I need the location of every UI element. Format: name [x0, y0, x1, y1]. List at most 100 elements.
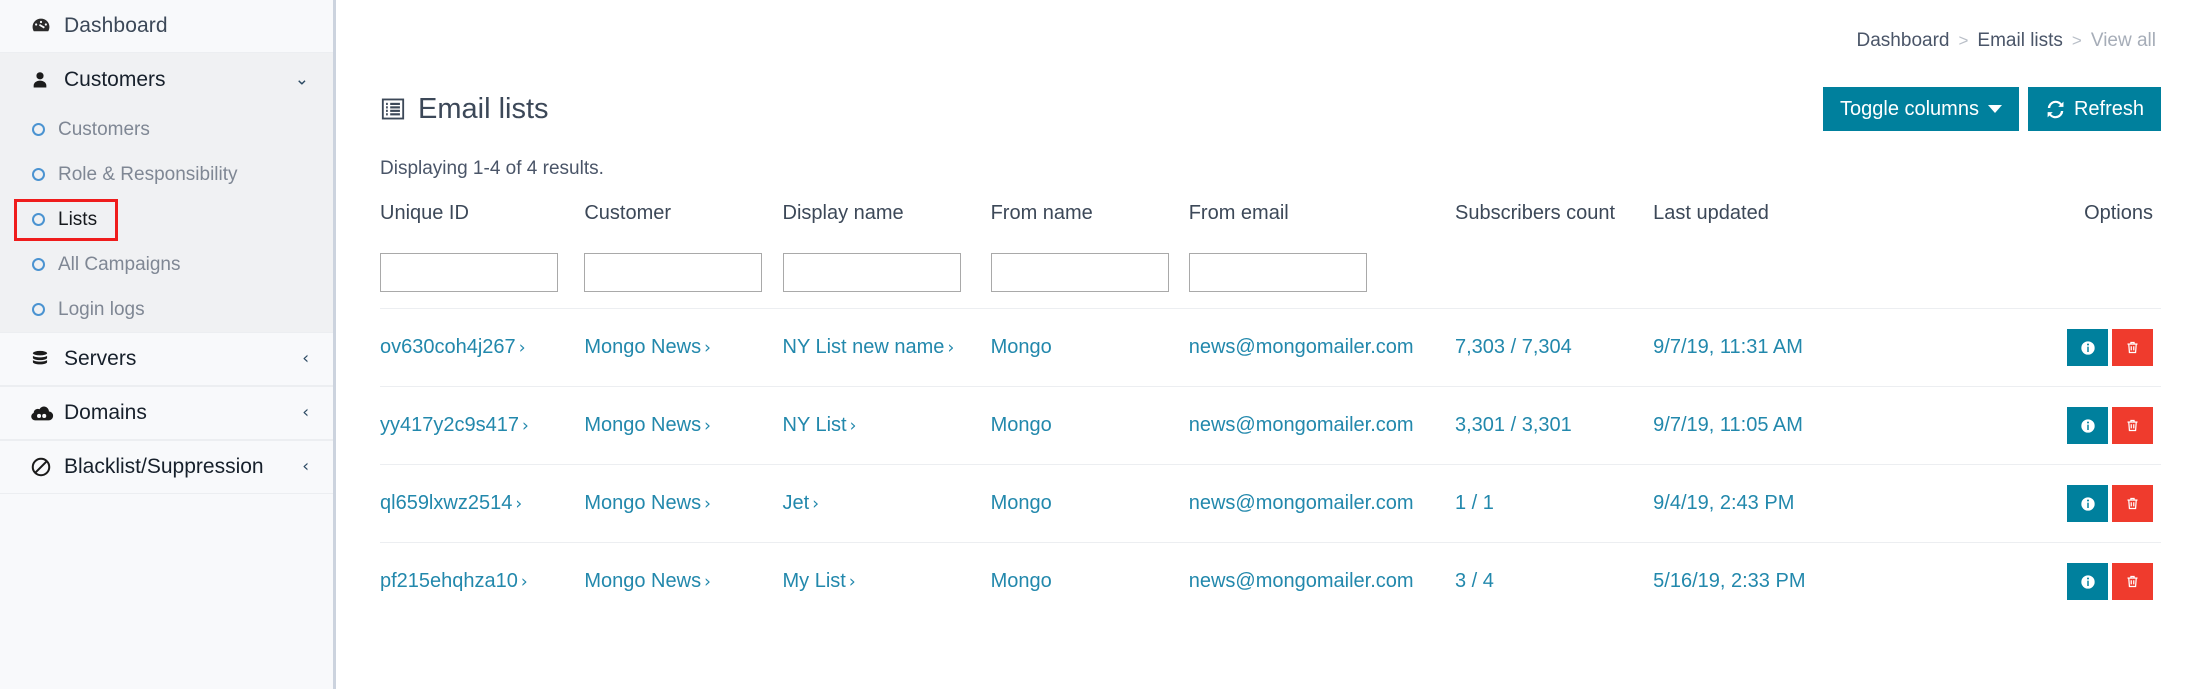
chevron-right-icon: ›	[704, 416, 711, 436]
delete-button[interactable]	[2112, 485, 2153, 522]
unique-id-link[interactable]: pf215ehqhza10 ›	[380, 570, 528, 592]
chevron-down-icon[interactable]: ⌄	[295, 71, 309, 89]
customer-text: Mongo News	[584, 336, 702, 358]
table-row: ov630coh4j267 › Mongo News › NY List new n…	[380, 308, 2161, 387]
toggle-columns-button[interactable]: Toggle columns	[1823, 87, 2019, 131]
cell-last-updated: 9/7/19, 11:05 AM	[1653, 386, 1926, 465]
sidebar-item-all-campaigns[interactable]: All Campaigns	[0, 242, 333, 287]
ban-icon	[30, 456, 60, 478]
list-table-icon	[380, 96, 406, 122]
breadcrumb-item-dashboard[interactable]: Dashboard	[1857, 30, 1950, 52]
info-icon	[2080, 574, 2095, 589]
refresh-button[interactable]: Refresh	[2027, 87, 2161, 131]
info-button[interactable]	[2067, 407, 2108, 444]
cell-customer: Mongo News ›	[584, 543, 782, 621]
sidebar-item-login-logs[interactable]: Login logs	[0, 287, 333, 332]
table-body: ov630coh4j267 › Mongo News › NY List new n…	[380, 308, 2161, 621]
display-name-text: NY List new name	[782, 336, 945, 358]
column-header-from-name[interactable]: From name	[991, 202, 1189, 241]
display-name-link[interactable]: NY List ›	[783, 414, 857, 436]
unique-id-link[interactable]: yy417y2c9s417 ›	[380, 414, 529, 436]
customer-link[interactable]: Mongo News ›	[584, 570, 711, 592]
column-header-unique-id[interactable]: Unique ID	[380, 202, 584, 241]
chevron-right-icon: ›	[947, 338, 955, 358]
unique-id-link[interactable]: ql659lxwz2514 ›	[380, 492, 522, 514]
chevron-left-icon[interactable]: ‹	[302, 458, 309, 476]
cell-unique-id: pf215ehqhza10 ›	[380, 543, 584, 621]
trash-icon	[2127, 419, 2138, 432]
cell-display-name: My List ›	[783, 543, 991, 621]
customer-text: Mongo News	[584, 492, 702, 514]
main-content: Dashboard > Email lists > View all Email…	[336, 0, 2205, 689]
customer-link[interactable]: Mongo News ›	[584, 492, 711, 514]
user-icon	[30, 69, 60, 91]
cell-customer: Mongo News ›	[584, 308, 783, 387]
display-name-link[interactable]: NY List new name ›	[783, 336, 955, 358]
breadcrumb-item-email-lists[interactable]: Email lists	[1977, 30, 2063, 52]
sidebar-item-servers[interactable]: Servers ‹	[0, 332, 333, 386]
unique-id-text: pf215ehqhza10	[380, 570, 518, 592]
info-icon	[2080, 340, 2095, 355]
customer-link[interactable]: Mongo News ›	[584, 414, 711, 436]
display-name-link[interactable]: Jet ›	[783, 492, 820, 514]
from-name-filter-input[interactable]	[990, 253, 1169, 292]
cloud-icon	[30, 403, 60, 423]
cell-unique-id: ov630coh4j267 ›	[380, 308, 585, 387]
unique-id-text: yy417y2c9s417	[380, 414, 519, 436]
customer-link[interactable]: Mongo News ›	[584, 336, 711, 358]
from-email-filter-input[interactable]	[1188, 253, 1367, 292]
info-icon	[2080, 496, 2095, 511]
sidebar-item-blacklist-suppression[interactable]: Blacklist/Suppression ‹	[0, 440, 333, 494]
sidebar-item-label: Customers	[58, 118, 150, 140]
customer-filter-input[interactable]	[584, 253, 763, 292]
column-header-customer[interactable]: Customer	[584, 202, 782, 241]
info-button[interactable]	[2067, 329, 2108, 366]
filter-cell-unique-id	[380, 241, 585, 309]
column-header-last-updated[interactable]: Last updated	[1653, 202, 1925, 241]
trash-icon	[2127, 341, 2138, 354]
sidebar-item-lists[interactable]: Lists	[0, 197, 333, 242]
chevron-right-icon: ›	[704, 572, 711, 592]
sidebar-item-label: Lists	[58, 208, 98, 230]
sidebar-item-role-responsibility[interactable]: Role & Responsibility	[0, 152, 333, 197]
cell-subscribers-count: 1 / 1	[1455, 464, 1654, 543]
delete-button[interactable]	[2112, 329, 2153, 366]
cell-subscribers-count: 3 / 4	[1455, 570, 1494, 592]
page-title-text: Email lists	[418, 92, 549, 125]
unique-id-text: ql659lxwz2514	[380, 492, 513, 514]
page-actions: Toggle columns Refresh	[1823, 87, 2161, 131]
chevron-left-icon[interactable]: ‹	[302, 404, 309, 422]
column-header-from-email[interactable]: From email	[1189, 202, 1455, 241]
toggle-columns-label: Toggle columns	[1840, 97, 1979, 120]
cell-subscribers-count: 7,303 / 7,304	[1455, 308, 1654, 387]
display-name-filter-input[interactable]	[782, 253, 961, 292]
filter-cell-display-name	[782, 241, 991, 309]
cell-display-name: NY List ›	[782, 386, 991, 465]
display-name-text: Jet	[782, 492, 810, 514]
dashboard-icon	[30, 15, 60, 37]
delete-button[interactable]	[2112, 407, 2153, 444]
delete-button[interactable]	[2112, 563, 2153, 600]
sidebar-item-dashboard[interactable]: Dashboard	[0, 0, 333, 53]
column-header-subscribers-count[interactable]: Subscribers count	[1455, 202, 1653, 241]
chevron-right-icon: ›	[518, 338, 526, 358]
unique-id-link[interactable]: ov630coh4j267 ›	[380, 336, 526, 358]
unique-id-filter-input[interactable]	[380, 253, 558, 292]
column-header-display-name[interactable]: Display name	[783, 202, 991, 241]
cell-last-updated: 9/4/19, 2:43 PM	[1653, 464, 1926, 543]
chevron-left-icon[interactable]: ‹	[302, 350, 309, 368]
chevron-right-icon: ›	[520, 572, 528, 592]
chevron-right-icon: ›	[515, 494, 523, 514]
sidebar-item-customers[interactable]: Customers	[0, 107, 333, 152]
sidebar-item-customers-parent[interactable]: Customers ⌄	[0, 53, 333, 107]
info-button[interactable]	[2067, 485, 2108, 522]
info-button[interactable]	[2067, 563, 2108, 600]
sidebar: Dashboard Customers ⌄ Customers Role & R…	[0, 0, 336, 689]
cell-unique-id: yy417y2c9s417 ›	[380, 386, 585, 465]
page-title: Email lists	[380, 93, 549, 126]
sidebar-item-domains[interactable]: Domains ‹	[0, 386, 333, 440]
sidebar-group-customers: Customers ⌄ Customers Role & Responsibil…	[0, 53, 333, 332]
display-name-link[interactable]: My List ›	[783, 570, 856, 592]
trash-icon	[2127, 497, 2138, 510]
page-header-row: Email lists Toggle columns Refresh	[380, 86, 2161, 132]
